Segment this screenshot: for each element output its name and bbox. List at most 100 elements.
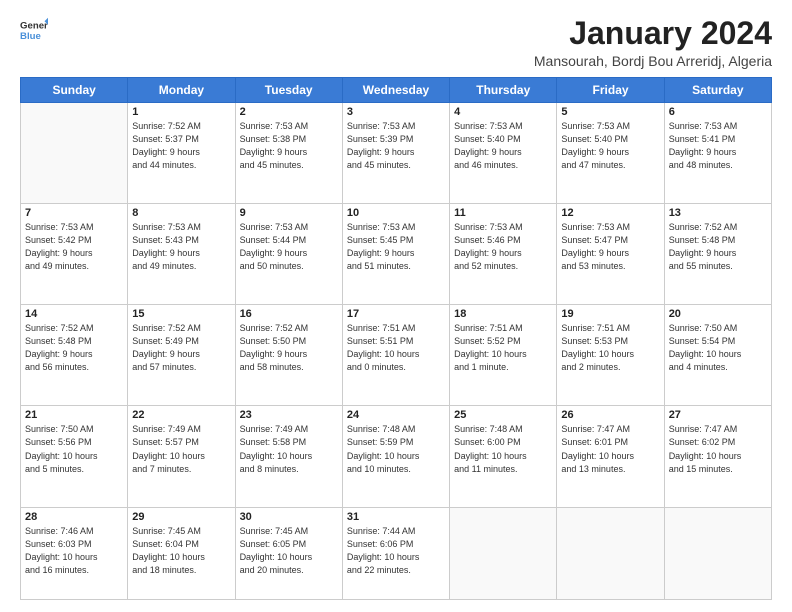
day-number: 31 xyxy=(347,511,445,523)
calendar-cell: 1 Sunrise: 7:52 AM Sunset: 5:37 PM Daylig… xyxy=(128,103,235,204)
day-info: Sunrise: 7:53 AM Sunset: 5:40 PM Dayligh… xyxy=(454,120,552,172)
day-number: 28 xyxy=(25,511,123,523)
day-number: 18 xyxy=(454,308,552,320)
calendar-week-1: 1 Sunrise: 7:52 AM Sunset: 5:37 PM Daylig… xyxy=(21,103,772,204)
day-info: Sunrise: 7:45 AM Sunset: 6:05 PM Dayligh… xyxy=(240,525,338,577)
calendar-cell: 27 Sunrise: 7:47 AM Sunset: 6:02 PM Dayli… xyxy=(664,406,771,507)
day-number: 26 xyxy=(561,409,659,421)
calendar-cell: 24 Sunrise: 7:48 AM Sunset: 5:59 PM Dayli… xyxy=(342,406,449,507)
calendar-cell: 2Sunrise: 7:53 AM Sunset: 5:38 PM Daylig… xyxy=(235,103,342,204)
day-number: 20 xyxy=(669,308,767,320)
calendar-week-3: 14 Sunrise: 7:52 AM Sunset: 5:48 PM Dayli… xyxy=(21,305,772,406)
location-title: Mansourah, Bordj Bou Arreridj, Algeria xyxy=(534,53,772,69)
month-title: January 2024 xyxy=(534,16,772,51)
day-number: 23 xyxy=(240,409,338,421)
calendar-cell: 17 Sunrise: 7:51 AM Sunset: 5:51 PM Dayli… xyxy=(342,305,449,406)
day-info: Sunrise: 7:53 AM Sunset: 5:44 PM Dayligh… xyxy=(240,221,338,273)
day-number: 1 xyxy=(132,106,230,118)
logo-icon: General Blue xyxy=(20,16,48,44)
day-info: Sunrise: 7:52 AM Sunset: 5:48 PM Dayligh… xyxy=(669,221,767,273)
page: General Blue January 2024 Mansourah, Bor… xyxy=(0,0,792,612)
day-info: Sunrise: 7:53 AM Sunset: 5:42 PM Dayligh… xyxy=(25,221,123,273)
calendar-cell xyxy=(21,103,128,204)
day-info: Sunrise: 7:53 AM Sunset: 5:39 PM Dayligh… xyxy=(347,120,445,172)
day-info: Sunrise: 7:53 AM Sunset: 5:46 PM Dayligh… xyxy=(454,221,552,273)
calendar-week-5: 28 Sunrise: 7:46 AM Sunset: 6:03 PM Dayli… xyxy=(21,507,772,600)
day-info: Sunrise: 7:47 AM Sunset: 6:01 PM Dayligh… xyxy=(561,423,659,475)
day-info: Sunrise: 7:45 AM Sunset: 6:04 PM Dayligh… xyxy=(132,525,230,577)
calendar-cell: 5Sunrise: 7:53 AM Sunset: 5:40 PM Daylig… xyxy=(557,103,664,204)
day-number: 6 xyxy=(669,106,767,118)
day-info: Sunrise: 7:50 AM Sunset: 5:56 PM Dayligh… xyxy=(25,423,123,475)
day-info: Sunrise: 7:53 AM Sunset: 5:41 PM Dayligh… xyxy=(669,120,767,172)
calendar-cell: 6 Sunrise: 7:53 AM Sunset: 5:41 PM Daylig… xyxy=(664,103,771,204)
calendar-cell: 19 Sunrise: 7:51 AM Sunset: 5:53 PM Dayli… xyxy=(557,305,664,406)
calendar-table: Sunday Monday Tuesday Wednesday Thursday… xyxy=(20,77,772,600)
day-number: 11 xyxy=(454,207,552,219)
day-number: 21 xyxy=(25,409,123,421)
calendar-cell xyxy=(664,507,771,600)
calendar-cell: 12 Sunrise: 7:53 AM Sunset: 5:47 PM Dayli… xyxy=(557,204,664,305)
day-number: 27 xyxy=(669,409,767,421)
calendar-cell: 20 Sunrise: 7:50 AM Sunset: 5:54 PM Dayli… xyxy=(664,305,771,406)
day-info: Sunrise: 7:51 AM Sunset: 5:51 PM Dayligh… xyxy=(347,322,445,374)
day-number: 14 xyxy=(25,308,123,320)
calendar-cell: 3 Sunrise: 7:53 AM Sunset: 5:39 PM Daylig… xyxy=(342,103,449,204)
calendar-cell: 28 Sunrise: 7:46 AM Sunset: 6:03 PM Dayli… xyxy=(21,507,128,600)
calendar-cell: 30Sunrise: 7:45 AM Sunset: 6:05 PM Dayli… xyxy=(235,507,342,600)
day-info: Sunrise: 7:46 AM Sunset: 6:03 PM Dayligh… xyxy=(25,525,123,577)
day-info: Sunrise: 7:48 AM Sunset: 5:59 PM Dayligh… xyxy=(347,423,445,475)
day-number: 25 xyxy=(454,409,552,421)
calendar-cell: 10Sunrise: 7:53 AM Sunset: 5:45 PM Dayli… xyxy=(342,204,449,305)
calendar-cell: 31Sunrise: 7:44 AM Sunset: 6:06 PM Dayli… xyxy=(342,507,449,600)
header: General Blue January 2024 Mansourah, Bor… xyxy=(20,16,772,69)
calendar-cell: 26 Sunrise: 7:47 AM Sunset: 6:01 PM Dayli… xyxy=(557,406,664,507)
calendar-cell: 14 Sunrise: 7:52 AM Sunset: 5:48 PM Dayli… xyxy=(21,305,128,406)
calendar-cell: 4 Sunrise: 7:53 AM Sunset: 5:40 PM Daylig… xyxy=(450,103,557,204)
day-info: Sunrise: 7:48 AM Sunset: 6:00 PM Dayligh… xyxy=(454,423,552,475)
calendar-cell: 18 Sunrise: 7:51 AM Sunset: 5:52 PM Dayli… xyxy=(450,305,557,406)
day-number: 2 xyxy=(240,106,338,118)
day-number: 16 xyxy=(240,308,338,320)
day-number: 5 xyxy=(561,106,659,118)
day-info: Sunrise: 7:51 AM Sunset: 5:52 PM Dayligh… xyxy=(454,322,552,374)
calendar-cell: 7 Sunrise: 7:53 AM Sunset: 5:42 PM Daylig… xyxy=(21,204,128,305)
calendar-cell: 21 Sunrise: 7:50 AM Sunset: 5:56 PM Dayli… xyxy=(21,406,128,507)
col-saturday: Saturday xyxy=(664,78,771,103)
day-number: 9 xyxy=(240,207,338,219)
day-number: 12 xyxy=(561,207,659,219)
svg-text:Blue: Blue xyxy=(20,31,41,42)
day-number: 7 xyxy=(25,207,123,219)
day-number: 29 xyxy=(132,511,230,523)
col-thursday: Thursday xyxy=(450,78,557,103)
day-number: 4 xyxy=(454,106,552,118)
calendar-cell: 11 Sunrise: 7:53 AM Sunset: 5:46 PM Dayli… xyxy=(450,204,557,305)
day-number: 8 xyxy=(132,207,230,219)
day-info: Sunrise: 7:47 AM Sunset: 6:02 PM Dayligh… xyxy=(669,423,767,475)
day-number: 13 xyxy=(669,207,767,219)
header-row: Sunday Monday Tuesday Wednesday Thursday… xyxy=(21,78,772,103)
calendar-week-4: 21 Sunrise: 7:50 AM Sunset: 5:56 PM Dayli… xyxy=(21,406,772,507)
day-info: Sunrise: 7:50 AM Sunset: 5:54 PM Dayligh… xyxy=(669,322,767,374)
col-monday: Monday xyxy=(128,78,235,103)
title-block: January 2024 Mansourah, Bordj Bou Arreri… xyxy=(534,16,772,69)
calendar-cell: 9 Sunrise: 7:53 AM Sunset: 5:44 PM Daylig… xyxy=(235,204,342,305)
day-number: 15 xyxy=(132,308,230,320)
day-number: 17 xyxy=(347,308,445,320)
day-info: Sunrise: 7:53 AM Sunset: 5:47 PM Dayligh… xyxy=(561,221,659,273)
calendar-cell xyxy=(557,507,664,600)
day-number: 19 xyxy=(561,308,659,320)
col-tuesday: Tuesday xyxy=(235,78,342,103)
day-info: Sunrise: 7:52 AM Sunset: 5:48 PM Dayligh… xyxy=(25,322,123,374)
calendar-cell: 16Sunrise: 7:52 AM Sunset: 5:50 PM Dayli… xyxy=(235,305,342,406)
day-info: Sunrise: 7:51 AM Sunset: 5:53 PM Dayligh… xyxy=(561,322,659,374)
day-info: Sunrise: 7:49 AM Sunset: 5:58 PM Dayligh… xyxy=(240,423,338,475)
calendar-cell: 15Sunrise: 7:52 AM Sunset: 5:49 PM Dayli… xyxy=(128,305,235,406)
day-number: 24 xyxy=(347,409,445,421)
day-info: Sunrise: 7:52 AM Sunset: 5:37 PM Dayligh… xyxy=(132,120,230,172)
calendar-cell: 29 Sunrise: 7:45 AM Sunset: 6:04 PM Dayli… xyxy=(128,507,235,600)
day-info: Sunrise: 7:49 AM Sunset: 5:57 PM Dayligh… xyxy=(132,423,230,475)
day-info: Sunrise: 7:53 AM Sunset: 5:43 PM Dayligh… xyxy=(132,221,230,273)
day-number: 3 xyxy=(347,106,445,118)
day-number: 10 xyxy=(347,207,445,219)
